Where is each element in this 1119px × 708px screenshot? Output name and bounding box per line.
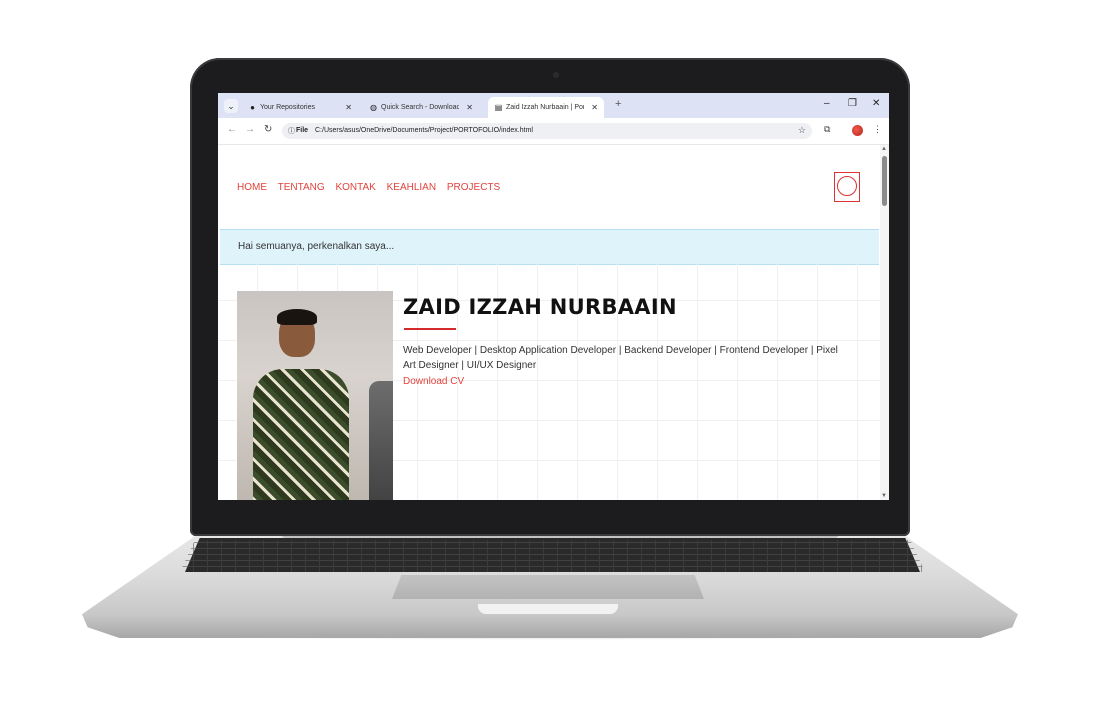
tab-repositories[interactable]: ● Your Repositories ✕ <box>242 97 358 118</box>
bookmark-star-icon[interactable]: ☆ <box>798 125 806 136</box>
scroll-down-icon[interactable]: ▼ <box>881 493 887 499</box>
profile-roles: Web Developer | Desktop Application Deve… <box>403 345 838 371</box>
nav-item-keahlian[interactable]: KEAHLIAN <box>387 182 436 193</box>
url-scheme: File <box>296 127 309 134</box>
page-icon: ▤ <box>494 103 503 112</box>
globe-icon: ◍ <box>370 103 377 112</box>
browser-toolbar: ← → ↻ ⓘ File C:/Users/asus/OneDrive/Docu… <box>218 118 889 145</box>
tab-title: Zaid Izzah Nurbaain | Portofolio <box>506 104 584 111</box>
address-bar[interactable]: ⓘ File C:/Users/asus/OneDrive/Documents/… <box>282 123 812 139</box>
download-cv-link[interactable]: Download CV <box>403 376 464 387</box>
greeting-banner: Hai semuanya, perkenalkan saya... <box>220 229 879 265</box>
minimize-icon[interactable]: – <box>824 98 830 109</box>
forward-arrow-icon[interactable]: → <box>245 124 255 135</box>
reload-icon[interactable]: ↻ <box>264 124 272 135</box>
info-icon[interactable]: ⓘ <box>288 126 295 136</box>
tab-title: Quick Search - Download Server <box>381 104 459 111</box>
laptop-notch <box>478 604 618 614</box>
tab-quick-search[interactable]: ◍ Quick Search - Download Server ✕ <box>363 97 479 118</box>
photo-hair <box>277 309 317 325</box>
window-close-icon[interactable]: ✕ <box>872 98 880 109</box>
nav-item-kontak[interactable]: KONTAK <box>335 182 375 193</box>
extensions-puzzle-icon[interactable]: ⧉ <box>824 124 830 135</box>
page-viewport: HOME TENTANG KONTAK KEAHLIAN PROJECTS Ha… <box>218 145 880 500</box>
close-icon[interactable]: ✕ <box>591 102 598 113</box>
photo-chair <box>369 381 393 500</box>
photo-shirt <box>253 369 349 500</box>
laptop-frame: ⌄ ● Your Repositories ✕ ◍ Quick Search -… <box>0 0 1119 708</box>
tab-bar: ⌄ ● Your Repositories ✕ ◍ Quick Search -… <box>218 93 889 118</box>
browser-window: ⌄ ● Your Repositories ✕ ◍ Quick Search -… <box>218 93 889 500</box>
nav-item-home[interactable]: HOME <box>237 182 267 193</box>
profile-avatar[interactable] <box>852 125 863 136</box>
url-text: C:/Users/asus/OneDrive/Documents/Project… <box>315 127 533 134</box>
profile-name: ZAID IZZAH NURBAAIN <box>403 295 677 319</box>
site-logo-icon[interactable] <box>834 172 860 202</box>
new-tab-plus-icon[interactable]: + <box>615 98 621 110</box>
menu-kebab-icon[interactable]: ⋮ <box>873 124 882 135</box>
page-scrollbar[interactable]: ▲ ▼ <box>880 145 889 500</box>
laptop-trackpad <box>392 575 704 599</box>
tab-title: Your Repositories <box>260 104 315 111</box>
nav-item-tentang[interactable]: TENTANG <box>278 182 325 193</box>
main-nav: HOME TENTANG KONTAK KEAHLIAN PROJECTS <box>237 182 508 193</box>
scroll-up-icon[interactable]: ▲ <box>881 146 887 152</box>
keyboard-keys <box>180 540 925 572</box>
profile-photo <box>237 291 393 500</box>
tab-search-chevron-icon[interactable]: ⌄ <box>224 99 238 113</box>
restore-icon[interactable]: ❐ <box>848 98 857 109</box>
scroll-thumb[interactable] <box>882 156 887 206</box>
tab-portfolio[interactable]: ▤ Zaid Izzah Nurbaain | Portofolio ✕ <box>488 97 604 118</box>
webcam <box>553 72 559 78</box>
back-arrow-icon[interactable]: ← <box>227 124 237 135</box>
nav-item-projects[interactable]: PROJECTS <box>447 182 500 193</box>
close-icon[interactable]: ✕ <box>345 102 352 113</box>
github-icon: ● <box>250 103 255 112</box>
close-icon[interactable]: ✕ <box>466 102 473 113</box>
name-underline <box>404 328 456 330</box>
greeting-text: Hai semuanya, perkenalkan saya... <box>238 241 395 252</box>
